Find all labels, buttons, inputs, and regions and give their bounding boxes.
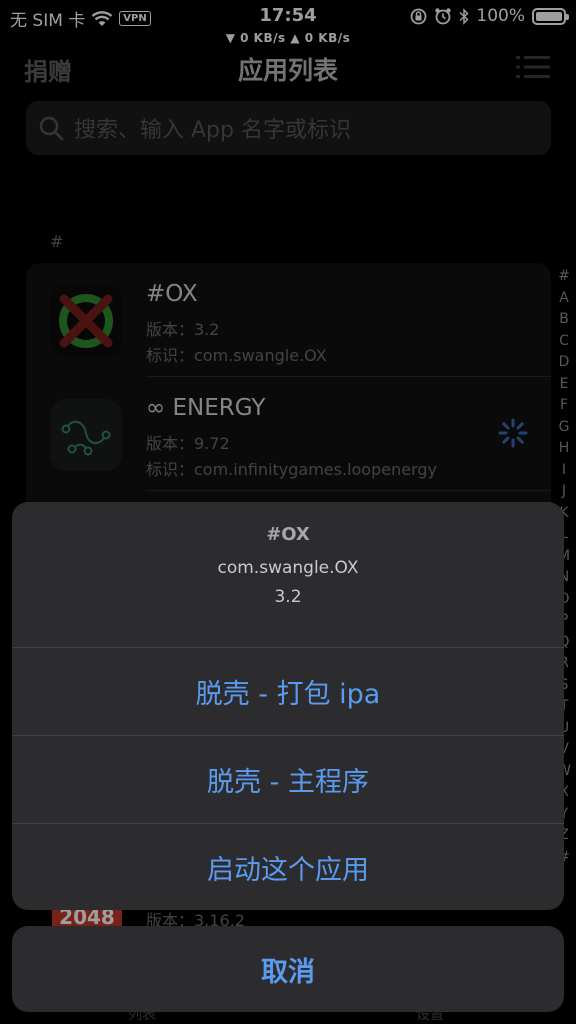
launch-app-button[interactable]: 启动这个应用 [12, 823, 564, 910]
action-sheet-title: #OX [266, 524, 310, 545]
action-sheet-version: 3.2 [274, 587, 302, 607]
cancel-button[interactable]: 取消 [12, 926, 564, 1012]
decrypt-main-binary-button[interactable]: 脱壳 - 主程序 [12, 735, 564, 823]
action-sheet-header: #OX com.swangle.OX 3.2 [12, 502, 564, 647]
action-sheet: #OX com.swangle.OX 3.2 脱壳 - 打包 ipa 脱壳 - … [12, 502, 564, 910]
decrypt-package-ipa-button[interactable]: 脱壳 - 打包 ipa [12, 647, 564, 735]
action-sheet-bundle: com.swangle.OX [217, 558, 359, 578]
